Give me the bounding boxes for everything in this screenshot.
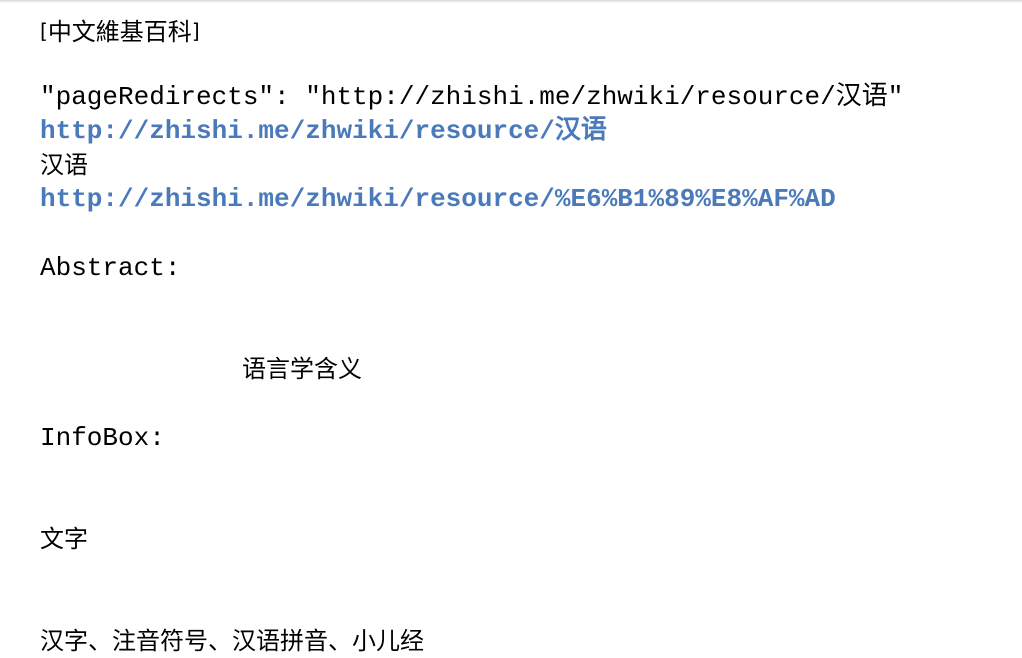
source-close-bracket: ] <box>191 19 200 43</box>
window-top-edge <box>0 0 1022 3</box>
encoded-resource-link[interactable]: http://zhishi.me/zhwiki/resource/%E6%B1%… <box>40 182 836 216</box>
source-open-bracket: [ <box>40 19 48 43</box>
page-redirects-line: "pageRedirects": "http://zhishi.me/zhwik… <box>40 82 904 112</box>
source-label: [中文維基百科] <box>40 14 200 49</box>
infobox-key: 文字 <box>40 525 88 553</box>
source-name: 中文維基百科 <box>47 18 192 46</box>
infobox-label: InfoBox: <box>40 423 165 453</box>
term-title: 汉语 <box>40 151 88 179</box>
infobox-value: 汉字、注音符号、汉语拼音、小儿经 <box>40 627 424 655</box>
redirect-link[interactable]: http://zhishi.me/zhwiki/resource/汉语 <box>40 114 607 148</box>
abstract-text: 语言学含义 <box>242 355 362 383</box>
abstract-label: Abstract: <box>40 253 181 283</box>
